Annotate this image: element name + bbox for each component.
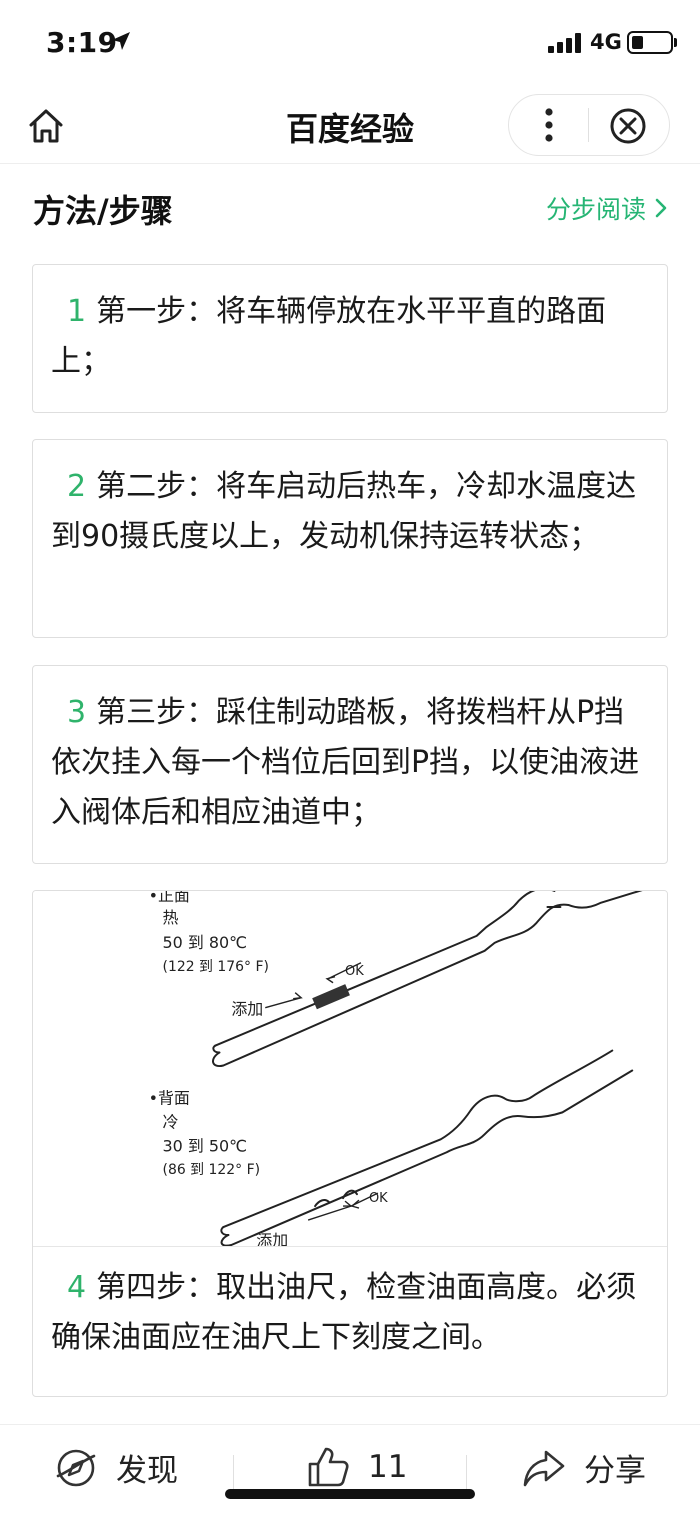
step-card-1: 1 第一步：将车辆停放在水平平直的路面上；: [32, 264, 668, 413]
bar-divider: [466, 1455, 467, 1491]
home-indicator: [225, 1489, 475, 1499]
bottom-action-bar: 发现 11 分享: [0, 1424, 700, 1515]
thumbs-up-icon: [308, 1447, 349, 1487]
back-add-label: 添加: [256, 1231, 288, 1247]
front-celsius: 50 到 80℃: [163, 933, 248, 952]
capsule-divider: [588, 108, 589, 142]
step-text: 2 第二步：将车启动后热车，冷却水温度达到90摄氏度以上，发动机保持运转状态；: [33, 440, 667, 562]
back-label: •背面: [149, 1088, 190, 1107]
step-card-3: 3 第三步：踩住制动踏板，将拨档杆从P挡依次挂入每一个档位后回到P挡，以使油液进入…: [32, 665, 668, 864]
battery-icon: [627, 31, 673, 54]
section-title: 方法/步骤: [33, 192, 173, 230]
step-read-link[interactable]: 分步阅读: [546, 190, 668, 226]
front-fluid-range: [312, 984, 350, 1010]
app-header: 百度经验: [0, 88, 700, 164]
front-fahrenheit: (122 到 176° F): [163, 959, 269, 975]
step-card-4: •正面 热 50 到 80℃ (122 到 176° F) OK 添加 •背面 …: [32, 890, 668, 1397]
step-description: 第四步：取出油尺，检查油面高度。必须确保油面应在油尺上下刻度之间。: [51, 1270, 637, 1355]
signal-bars-icon: [548, 33, 581, 53]
step-description: 第一步：将车辆停放在水平平直的路面上；: [51, 294, 607, 379]
front-dipstick: [212, 891, 643, 1068]
back-celsius: 30 到 50℃: [163, 1136, 248, 1155]
step-description: 第二步：将车启动后热车，冷却水温度达到90摄氏度以上，发动机保持运转状态；: [51, 469, 637, 554]
bar-divider: [233, 1455, 234, 1491]
step-number: 2: [67, 469, 87, 504]
like-button[interactable]: 11: [306, 1445, 407, 1489]
close-circle-icon[interactable]: [606, 105, 650, 147]
dipstick-illustration[interactable]: •正面 热 50 到 80℃ (122 到 176° F) OK 添加 •背面 …: [33, 891, 668, 1247]
back-fahrenheit: (86 到 122° F): [163, 1162, 261, 1178]
discover-button[interactable]: 发现: [54, 1445, 178, 1490]
back-temp-label: 冷: [163, 1112, 179, 1131]
more-vertical-icon[interactable]: [524, 104, 574, 146]
back-dipstick: [220, 1049, 634, 1246]
share-arrow-icon: [523, 1450, 565, 1486]
network-type: 4G: [590, 30, 622, 54]
location-arrow-icon: [112, 32, 130, 50]
status-time: 3:19: [46, 26, 118, 59]
step-number: 1: [67, 294, 87, 329]
battery-level: [632, 36, 643, 49]
step-text: 3 第三步：踩住制动踏板，将拨档杆从P挡依次挂入每一个档位后回到P挡，以使油液进入…: [33, 666, 667, 838]
compass-icon: [56, 1449, 96, 1486]
chevron-right-icon: [655, 198, 667, 218]
battery-tip: [674, 38, 677, 47]
status-bar: 3:19 4G: [0, 0, 700, 88]
step-text: 1 第一步：将车辆停放在水平平直的路面上；: [33, 265, 667, 387]
front-temp-label: 热: [163, 908, 179, 927]
step-number: 3: [67, 695, 87, 730]
step-description: 第三步：踩住制动踏板，将拨档杆从P挡依次挂入每一个档位后回到P挡，以使油液进入阀…: [51, 695, 640, 830]
step-number: 4: [67, 1270, 87, 1305]
share-label: 分享: [584, 1453, 646, 1489]
step-text: 4 第四步：取出油尺，检查油面高度。必须确保油面应在油尺上下刻度之间。: [33, 1263, 667, 1363]
like-count: 11: [368, 1449, 408, 1485]
step-read-label: 分步阅读: [545, 195, 646, 224]
share-button[interactable]: 分享: [522, 1445, 646, 1490]
step-card-2: 2 第二步：将车启动后热车，冷却水温度达到90摄氏度以上，发动机保持运转状态；: [32, 439, 668, 638]
back-ok-label: OK: [369, 1191, 388, 1206]
discover-label: 发现: [116, 1453, 178, 1489]
front-add-label: 添加: [231, 1000, 263, 1019]
front-label: •正面: [149, 891, 190, 905]
